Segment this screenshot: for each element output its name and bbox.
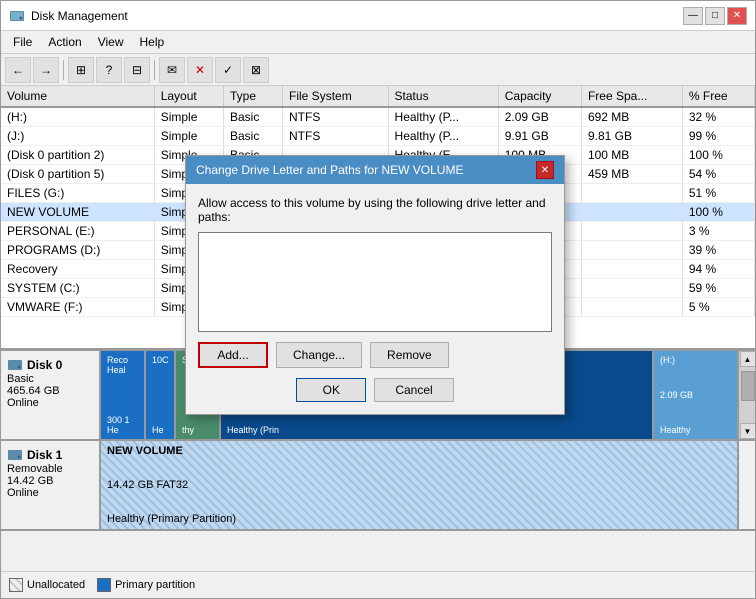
main-window: Disk Management — □ ✕ File Action View H… bbox=[0, 0, 756, 599]
dialog-cancel-button[interactable]: Cancel bbox=[374, 378, 453, 402]
dialog-action-buttons: Add... Change... Remove bbox=[198, 342, 552, 368]
dialog: Change Drive Letter and Paths for NEW VO… bbox=[185, 155, 565, 415]
modal-overlay: Change Drive Letter and Paths for NEW VO… bbox=[0, 0, 756, 599]
dialog-listbox[interactable] bbox=[198, 232, 552, 332]
dialog-description: Allow access to this volume by using the… bbox=[198, 196, 552, 224]
dialog-title-bar: Change Drive Letter and Paths for NEW VO… bbox=[186, 156, 564, 184]
dialog-ok-button[interactable]: OK bbox=[296, 378, 366, 402]
dialog-change-button[interactable]: Change... bbox=[276, 342, 362, 368]
dialog-close-button[interactable]: ✕ bbox=[536, 161, 554, 179]
dialog-ok-cancel-buttons: OK Cancel bbox=[198, 378, 552, 402]
dialog-body: Allow access to this volume by using the… bbox=[186, 184, 564, 414]
dialog-add-button[interactable]: Add... bbox=[198, 342, 268, 368]
dialog-title-text: Change Drive Letter and Paths for NEW VO… bbox=[196, 163, 463, 177]
dialog-remove-button[interactable]: Remove bbox=[370, 342, 449, 368]
